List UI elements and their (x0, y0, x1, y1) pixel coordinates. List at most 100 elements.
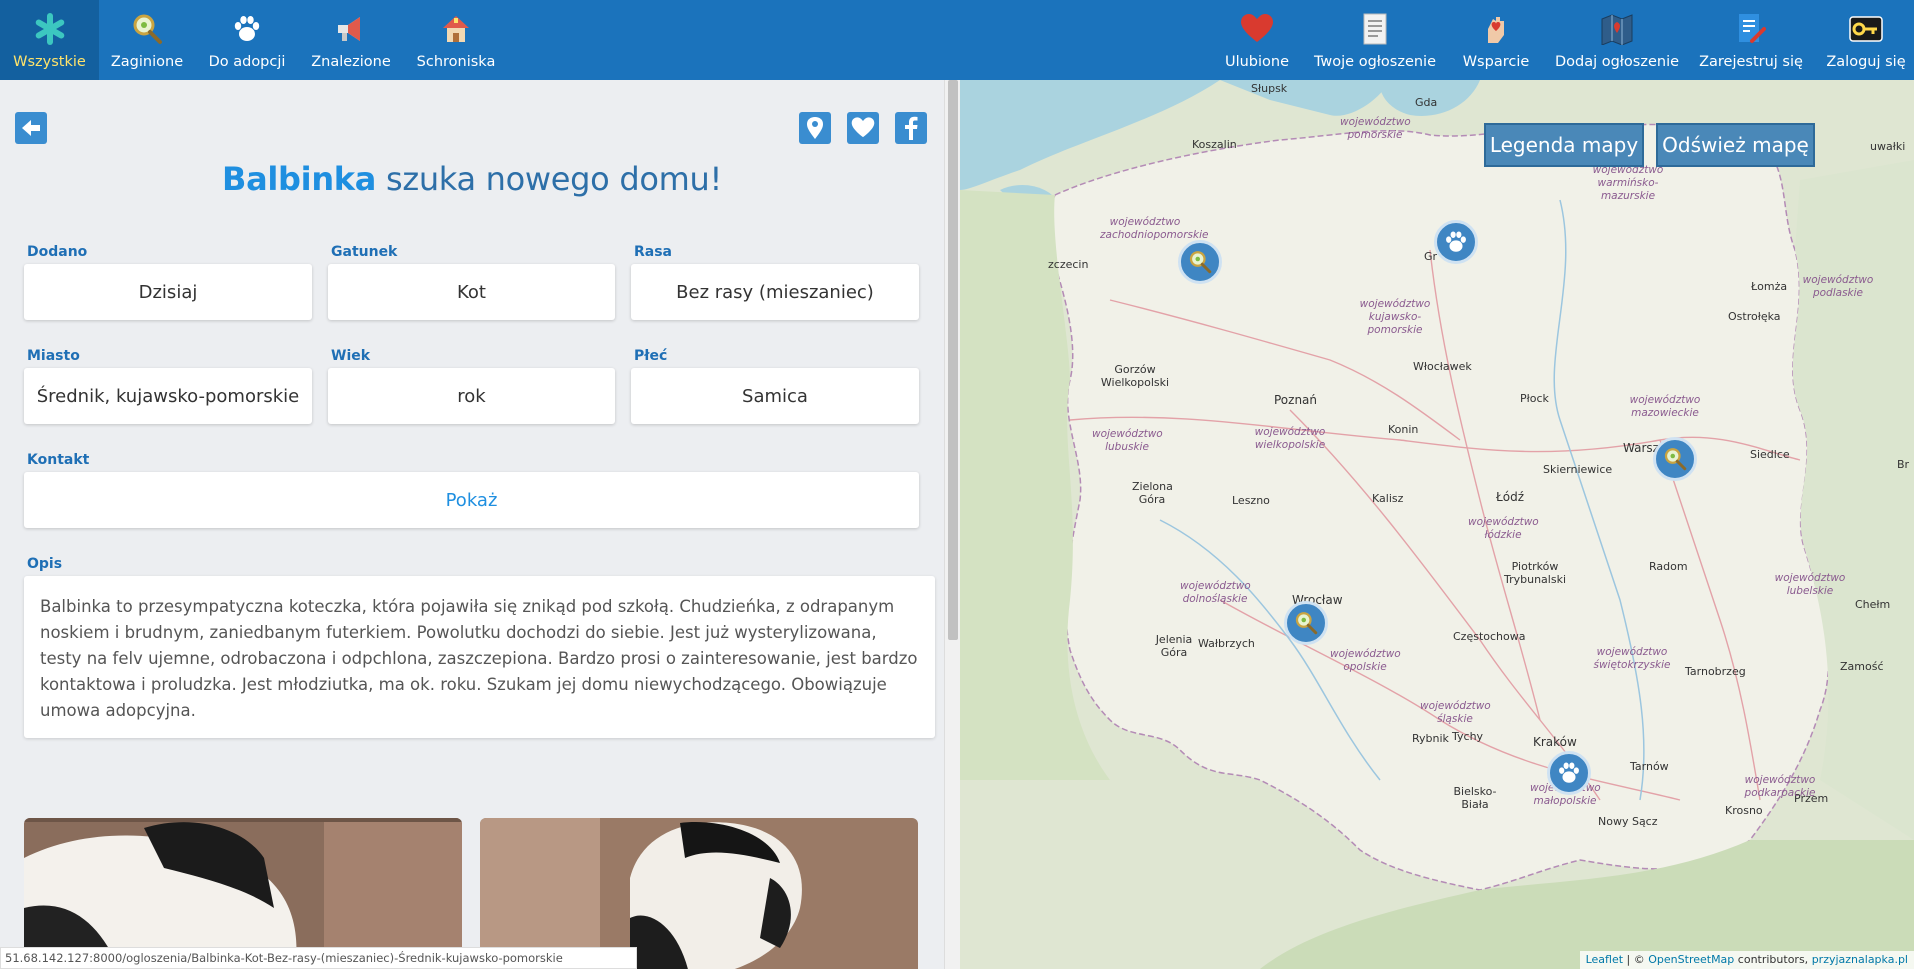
field-plec: Samica (631, 368, 919, 424)
location-button[interactable] (799, 112, 831, 144)
city-label: Łódź (1496, 490, 1525, 504)
map-marker-lost[interactable] (1653, 437, 1697, 481)
key-icon (1849, 12, 1883, 46)
label-plec: Płeć (634, 348, 668, 364)
city-label: Kalisz (1372, 492, 1404, 505)
nav-label: Znalezione (311, 54, 391, 70)
city-label: Płock (1520, 392, 1549, 405)
hand-heart-icon (1479, 12, 1513, 46)
nav-schroniska[interactable]: Schroniska (403, 0, 509, 80)
description-text: Balbinka to przesympatyczna koteczka, kt… (24, 576, 935, 738)
region-label: województwo zachodniopomorskie (1100, 216, 1209, 241)
region-label: województwo dolnośląskie (1180, 580, 1251, 605)
map-marker-adoption[interactable] (1547, 751, 1591, 795)
city-label: Piotrków Trybunalski (1503, 560, 1566, 586)
map-marker-adoption[interactable] (1434, 220, 1478, 264)
region-label: województwo lubuskie (1092, 428, 1163, 453)
nav-wszystkie[interactable]: Wszystkie (0, 0, 99, 80)
page-title: Balbinka szuka nowego domu! (0, 160, 944, 198)
map-marker-lost[interactable] (1178, 240, 1222, 284)
magnifier-icon (1295, 612, 1318, 635)
show-contact-button[interactable]: Pokaż (24, 472, 919, 528)
nav-label: Ulubione (1224, 54, 1290, 70)
map-legend-button[interactable]: Legenda mapy (1484, 123, 1644, 167)
map-refresh-button[interactable]: Odśwież mapę (1656, 123, 1815, 167)
city-label: Zielona Góra (1132, 480, 1173, 506)
city-label: Siedlce (1750, 448, 1790, 461)
region-label: województwo wielkopolskie (1254, 426, 1326, 451)
map-panel[interactable]: Słupsk Gda Koszalin zczecin Gr Łomża Ost… (960, 80, 1914, 969)
region-label: województwo kujawsko-pomorskie (1359, 298, 1431, 336)
nav-twoje-ogloszenie[interactable]: Twoje ogłoszenie (1308, 0, 1442, 80)
nav-znalezione[interactable]: Znalezione (299, 0, 403, 80)
city-label: Gorzów Wielkopolski (1100, 363, 1170, 389)
magnifier-icon (1189, 251, 1212, 274)
nav-wsparcie[interactable]: Wsparcie (1454, 0, 1538, 80)
region-label: województwo śląskie (1420, 700, 1491, 725)
label-wiek: Wiek (331, 348, 371, 364)
city-label: Koszalin (1192, 138, 1237, 151)
page-scrollbar[interactable] (944, 80, 960, 969)
city-label: Radom (1649, 560, 1688, 573)
city-label: Br (1897, 458, 1910, 471)
top-navigation-bar: Wszystkie Zaginione Do adopcji Znalezion… (0, 0, 1914, 80)
nav-label: Wszystkie (13, 54, 86, 70)
nav-do-adopcji[interactable]: Do adopcji (195, 0, 299, 80)
city-label: Leszno (1232, 494, 1270, 507)
map-attribution: Leaflet | © OpenStreetMap contributors, … (1579, 951, 1914, 969)
arrow-left-icon (22, 120, 40, 136)
nav-label: Do adopcji (208, 54, 286, 70)
osm-link[interactable]: OpenStreetMap (1648, 953, 1734, 966)
label-opis: Opis (27, 556, 63, 572)
paw-icon (230, 12, 264, 46)
field-miasto: Średnik, kujawsko-pomorskie (24, 368, 312, 424)
site-link[interactable]: przyjaznalapka.pl (1812, 953, 1908, 966)
region-label: województwo lubelskie (1774, 572, 1846, 597)
field-dodano: Dzisiaj (24, 264, 312, 320)
heart-icon (1240, 12, 1274, 46)
magnifier-icon (130, 12, 164, 46)
city-label: zczecin (1048, 258, 1089, 271)
city-label: Tarnobrzeg (1685, 665, 1746, 678)
leaflet-link[interactable]: Leaflet (1586, 953, 1623, 966)
region-label: województwo podkarpackie (1744, 774, 1816, 799)
scrollbar-thumb[interactable] (948, 80, 958, 640)
nav-label: Zarejestruj się (1699, 54, 1803, 70)
nav-zaloguj-sie[interactable]: Zaloguj się (1818, 0, 1914, 80)
region-label: województwo pomorskie (1340, 116, 1411, 141)
map-marker-lost[interactable] (1284, 601, 1328, 645)
city-label: Zamość (1840, 660, 1884, 673)
nav-dodaj-ogloszenie[interactable]: Dodaj ogłoszenie (1551, 0, 1683, 80)
favorite-button[interactable] (847, 112, 879, 144)
city-label: Częstochowa (1453, 630, 1526, 643)
city-label: Bielsko-Biała (1453, 785, 1497, 811)
pet-name: Balbinka (221, 160, 377, 198)
nav-ulubione[interactable]: Ulubione (1217, 0, 1297, 80)
region-label: województwo warmińsko-mazurskie (1592, 164, 1664, 202)
back-button[interactable] (15, 112, 47, 144)
nav-zaginione[interactable]: Zaginione (99, 0, 195, 80)
listing-details-pane: Balbinka szuka nowego domu! Dodano Dzisi… (0, 80, 944, 969)
nav-label: Twoje ogłoszenie (1313, 54, 1437, 70)
facebook-share-button[interactable] (895, 112, 927, 144)
map-pin-icon (1600, 12, 1634, 46)
location-pin-icon (807, 117, 823, 139)
magnifier-icon (1664, 448, 1687, 471)
city-label: uwałki (1870, 140, 1906, 153)
city-label: Kraków (1533, 735, 1577, 749)
map-tiles (960, 80, 1914, 969)
title-rest: szuka nowego domu! (376, 160, 723, 198)
nav-label: Zaloguj się (1826, 54, 1906, 70)
city-label: Konin (1388, 423, 1419, 436)
city-label: Ostrołęka (1728, 310, 1781, 323)
city-label: Tarnów (1630, 760, 1669, 773)
city-label: Rybnik (1412, 732, 1449, 745)
nav-label: Wsparcie (1462, 54, 1530, 70)
asterisk-icon (33, 12, 67, 46)
nav-zarejestruj-sie[interactable]: Zarejestruj się (1696, 0, 1806, 80)
label-dodano: Dodano (27, 244, 88, 260)
city-label: Skierniewice (1543, 463, 1613, 476)
facebook-icon (905, 116, 918, 140)
label-rasa: Rasa (634, 244, 673, 260)
city-label: Jelenia Góra (1155, 633, 1193, 659)
